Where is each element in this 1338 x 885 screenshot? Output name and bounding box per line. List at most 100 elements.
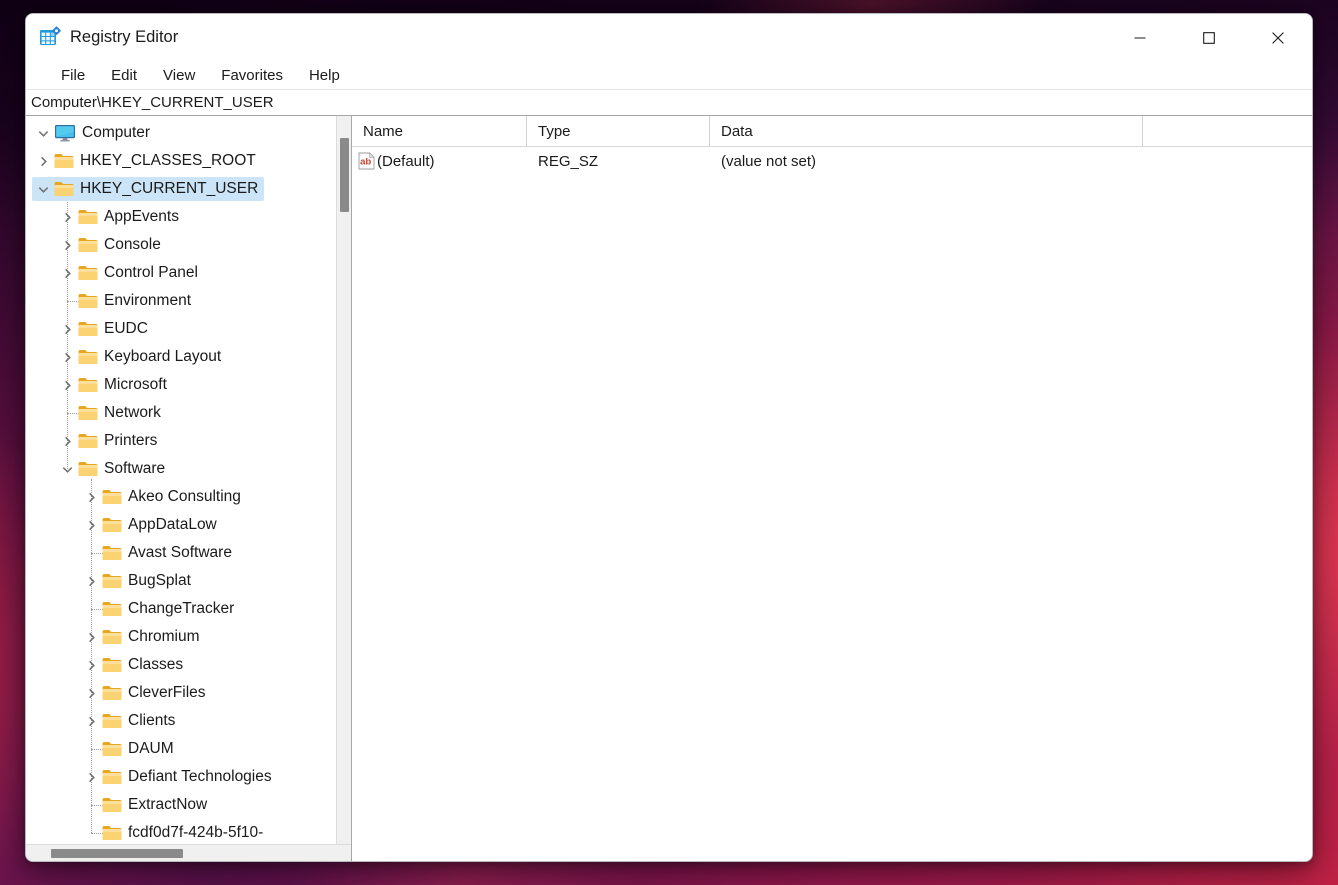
chevron-right-icon[interactable] xyxy=(56,373,78,397)
tree-item-environment[interactable]: Environment xyxy=(26,287,351,315)
tree-item-fcdf0d7f-424b-5f10[interactable]: fcdf0d7f-424b-5f10- xyxy=(26,819,351,844)
tree-item-microsoft[interactable]: Microsoft xyxy=(26,371,351,399)
chevron-right-icon[interactable] xyxy=(56,345,78,369)
chevron-right-icon[interactable] xyxy=(56,233,78,257)
tree-hscroll-thumb[interactable] xyxy=(51,849,183,858)
menu-item-favorites[interactable]: Favorites xyxy=(212,65,292,86)
tree-item-hit-area[interactable]: Akeo Consulting xyxy=(80,485,247,509)
chevron-right-icon[interactable] xyxy=(80,709,102,733)
chevron-right-icon[interactable] xyxy=(56,205,78,229)
folder-icon xyxy=(102,769,122,785)
address-bar[interactable]: Computer\HKEY_CURRENT_USER xyxy=(26,89,1312,116)
tree-item-label: EUDC xyxy=(104,320,148,337)
tree-item-hit-area[interactable]: Printers xyxy=(56,429,163,453)
chevron-right-icon[interactable] xyxy=(56,429,78,453)
folder-icon xyxy=(78,265,98,281)
menu-item-edit[interactable]: Edit xyxy=(102,65,146,86)
tree-item-hit-area[interactable]: ExtractNow xyxy=(80,793,213,817)
chevron-down-icon[interactable] xyxy=(32,177,54,201)
tree-item-hit-area[interactable]: EUDC xyxy=(56,317,154,341)
tree-item-daum[interactable]: DAUM xyxy=(26,735,351,763)
tree-item-label: Computer xyxy=(82,124,151,141)
menu-item-view[interactable]: View xyxy=(154,65,204,86)
folder-icon xyxy=(102,489,122,505)
tree-item-hit-area[interactable]: fcdf0d7f-424b-5f10- xyxy=(80,821,269,844)
column-header-filler xyxy=(1143,116,1312,146)
tree-item-hit-area[interactable]: AppEvents xyxy=(56,205,185,229)
tree-item-appevents[interactable]: AppEvents xyxy=(26,203,351,231)
menu-item-file[interactable]: File xyxy=(52,65,94,86)
chevron-down-icon[interactable] xyxy=(32,121,54,145)
column-header-name[interactable]: Name xyxy=(352,116,527,146)
tree-vscroll-thumb[interactable] xyxy=(340,138,349,212)
menu-bar: File Edit View Favorites Help xyxy=(26,61,1312,89)
tree-item-hit-area[interactable]: HKEY_CURRENT_USER xyxy=(32,177,265,201)
tree-item-computer[interactable]: Computer xyxy=(26,119,351,147)
tree-item-hit-area[interactable]: Avast Software xyxy=(80,541,238,565)
chevron-right-icon[interactable] xyxy=(80,765,102,789)
tree-item-hit-area[interactable]: HKEY_CLASSES_ROOT xyxy=(32,149,262,173)
tree-item-hit-area[interactable]: Computer xyxy=(32,121,156,145)
tree-item-classes[interactable]: Classes xyxy=(26,651,351,679)
column-header-data[interactable]: Data xyxy=(710,116,1143,146)
tree-item-hit-area[interactable]: Microsoft xyxy=(56,373,173,397)
tree-item-avast-software[interactable]: Avast Software xyxy=(26,539,351,567)
tree-item-hit-area[interactable]: ChangeTracker xyxy=(80,597,240,621)
value-row[interactable]: ab (Default) REG_SZ (value not set) xyxy=(352,147,1312,175)
title-bar[interactable]: Registry Editor xyxy=(26,14,1312,61)
tree-item-hit-area[interactable]: Control Panel xyxy=(56,261,204,285)
minimize-button[interactable] xyxy=(1105,14,1174,61)
tree-item-akeo-consulting[interactable]: Akeo Consulting xyxy=(26,483,351,511)
tree-item-defiant-technologies[interactable]: Defiant Technologies xyxy=(26,763,351,791)
chevron-right-icon[interactable] xyxy=(80,485,102,509)
tree-item-printers[interactable]: Printers xyxy=(26,427,351,455)
tree-item-hit-area[interactable]: Clients xyxy=(80,709,181,733)
tree-item-bugsplat[interactable]: BugSplat xyxy=(26,567,351,595)
tree-item-hit-area[interactable]: BugSplat xyxy=(80,569,197,593)
chevron-right-icon[interactable] xyxy=(56,317,78,341)
tree-item-hit-area[interactable]: DAUM xyxy=(80,737,180,761)
tree-item-hit-area[interactable]: Keyboard Layout xyxy=(56,345,227,369)
tree-item-hit-area[interactable]: Console xyxy=(56,233,167,257)
menu-item-help[interactable]: Help xyxy=(300,65,349,86)
tree-item-changetracker[interactable]: ChangeTracker xyxy=(26,595,351,623)
tree-item-hit-area[interactable]: Software xyxy=(56,457,171,481)
tree-item-extractnow[interactable]: ExtractNow xyxy=(26,791,351,819)
tree-item-hit-area[interactable]: Classes xyxy=(80,653,189,677)
tree-item-hit-area[interactable]: AppDataLow xyxy=(80,513,223,537)
tree-item-hit-area[interactable]: Chromium xyxy=(80,625,205,649)
tree-vertical-scrollbar[interactable] xyxy=(336,116,351,844)
close-button[interactable] xyxy=(1243,14,1312,61)
tree-item-clients[interactable]: Clients xyxy=(26,707,351,735)
tree-item-keyboard-layout[interactable]: Keyboard Layout xyxy=(26,343,351,371)
tree-item-hit-area[interactable]: Defiant Technologies xyxy=(80,765,278,789)
values-list: ab (Default) REG_SZ (value not set) xyxy=(352,147,1312,861)
tree-item-appdatalow[interactable]: AppDataLow xyxy=(26,511,351,539)
column-header-type[interactable]: Type xyxy=(527,116,710,146)
folder-icon xyxy=(102,797,122,813)
tree-item-eudc[interactable]: EUDC xyxy=(26,315,351,343)
tree-expander-placeholder xyxy=(80,821,102,844)
tree-item-hit-area[interactable]: Network xyxy=(56,401,167,425)
chevron-right-icon[interactable] xyxy=(80,681,102,705)
tree-item-label: Network xyxy=(104,404,161,421)
tree-horizontal-scrollbar[interactable] xyxy=(26,844,351,861)
tree-item-hit-area[interactable]: CleverFiles xyxy=(80,681,212,705)
tree-item-hkey-classes-root[interactable]: HKEY_CLASSES_ROOT xyxy=(26,147,351,175)
tree-item-hit-area[interactable]: Environment xyxy=(56,289,197,313)
tree-item-software[interactable]: Software xyxy=(26,455,351,483)
chevron-right-icon[interactable] xyxy=(80,569,102,593)
chevron-right-icon[interactable] xyxy=(56,261,78,285)
tree-item-cleverfiles[interactable]: CleverFiles xyxy=(26,679,351,707)
tree-item-network[interactable]: Network xyxy=(26,399,351,427)
maximize-button[interactable] xyxy=(1174,14,1243,61)
chevron-right-icon[interactable] xyxy=(32,149,54,173)
tree-item-chromium[interactable]: Chromium xyxy=(26,623,351,651)
chevron-right-icon[interactable] xyxy=(80,625,102,649)
tree-item-control-panel[interactable]: Control Panel xyxy=(26,259,351,287)
tree-item-hkey-current-user[interactable]: HKEY_CURRENT_USER xyxy=(26,175,351,203)
chevron-down-icon[interactable] xyxy=(56,457,78,481)
chevron-right-icon[interactable] xyxy=(80,513,102,537)
chevron-right-icon[interactable] xyxy=(80,653,102,677)
tree-item-console[interactable]: Console xyxy=(26,231,351,259)
